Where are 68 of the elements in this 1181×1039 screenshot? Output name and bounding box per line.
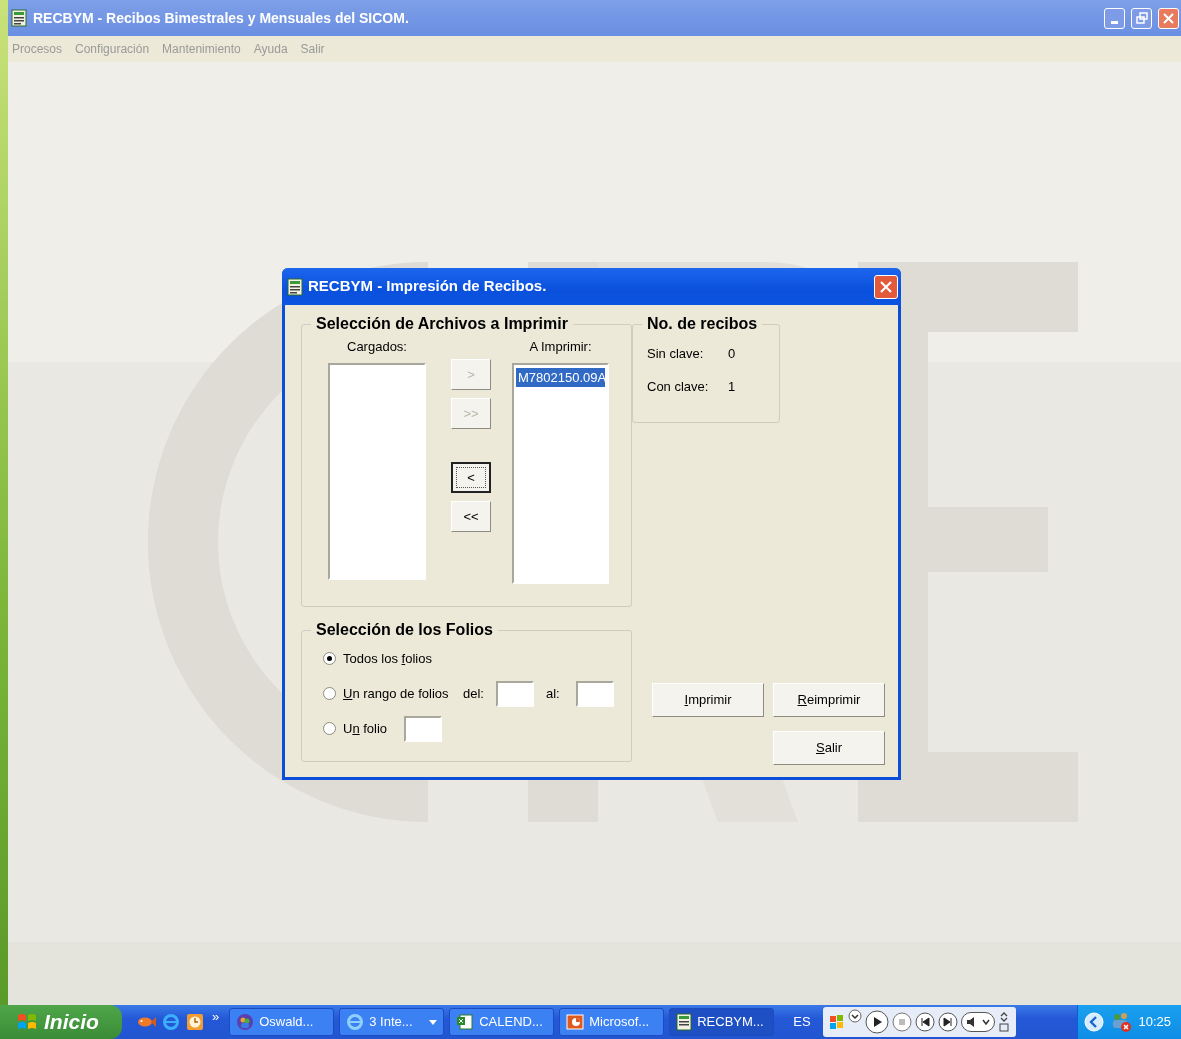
caret-icon[interactable]: [847, 1009, 862, 1023]
move-button[interactable]: <<: [451, 501, 491, 532]
previous-icon[interactable]: [914, 1012, 935, 1032]
dialog-button[interactable]: Reimprimir: [773, 683, 885, 717]
dialog-button[interactable]: Salir: [773, 731, 885, 765]
group-title: No. de recibos: [646, 315, 759, 333]
count-label: Con clave:: [647, 377, 710, 396]
list-label: A Imprimir:: [529, 338, 592, 356]
start-button[interactable]: Inicio: [0, 1005, 122, 1039]
radio-label: Un rango de folios: [343, 684, 450, 703]
move-button[interactable]: <: [451, 462, 491, 493]
radio-label: Todos los folios: [343, 649, 432, 668]
restore-icon[interactable]: [997, 1010, 1010, 1034]
restore-icon: [1135, 12, 1148, 24]
field-label: al:: [545, 684, 560, 703]
close-button[interactable]: [1158, 7, 1179, 29]
print-list[interactable]: M7802150.09A: [512, 362, 609, 584]
clock-icon[interactable]: [186, 1013, 204, 1031]
taskbar-button[interactable]: RECBYM...: [669, 1008, 775, 1036]
taskbar-button[interactable]: 3 Inte...: [339, 1008, 445, 1036]
taskbar-button[interactable]: Oswald...: [229, 1008, 335, 1036]
browser-icon[interactable]: [162, 1013, 180, 1031]
radio-button[interactable]: [323, 722, 336, 735]
close-icon: [880, 280, 892, 293]
loaded-list[interactable]: [328, 362, 426, 580]
close-button[interactable]: [874, 274, 898, 299]
count-value: 0: [728, 344, 736, 363]
input-field[interactable]: [495, 680, 534, 707]
list-label: Cargados:: [347, 338, 407, 356]
clock: 10:25: [1138, 1013, 1171, 1032]
group-title: Selección de Archivos a Imprimir: [315, 315, 569, 333]
app-icon: [676, 1013, 693, 1031]
window-title: RECBYM - Recibos Bimestrales y Mensuales del SICOM.: [33, 8, 410, 28]
stop-icon[interactable]: [891, 1012, 912, 1032]
network-icon[interactable]: [1110, 1011, 1133, 1033]
radio-button[interactable]: [323, 687, 336, 700]
app-icon: [287, 277, 303, 296]
count-value: 1: [728, 377, 736, 396]
presentation-icon: [566, 1013, 585, 1031]
taskbar-button[interactable]: Microsof...: [559, 1008, 665, 1036]
more-button[interactable]: »: [212, 1007, 220, 1027]
restore-button[interactable]: [1131, 7, 1152, 29]
volume-icon[interactable]: [960, 1012, 995, 1032]
app-icon: [11, 9, 27, 27]
people-icon: [236, 1013, 255, 1031]
dialog-button[interactable]: Imprimir: [652, 683, 764, 717]
next-icon[interactable]: [937, 1012, 958, 1032]
radio-button[interactable]: [323, 652, 336, 665]
list-item[interactable]: M7802150.09A: [516, 367, 605, 387]
play-icon[interactable]: [864, 1010, 889, 1034]
caret-icon: [429, 1019, 438, 1025]
group-title: Selección de los Folios: [315, 621, 494, 639]
count-label: Sin clave:: [647, 344, 705, 363]
dialog-title: RECBYM - Impresión de Recibos.: [308, 276, 548, 297]
input-field[interactable]: [404, 715, 442, 742]
field-label: del:: [463, 684, 484, 703]
close-icon: [1163, 12, 1174, 24]
input-field[interactable]: [575, 680, 614, 707]
language-indicator[interactable]: ES: [793, 1012, 811, 1032]
chevron-icon[interactable]: [1084, 1012, 1105, 1032]
minimize-icon: [1111, 20, 1118, 24]
taskbar-button[interactable]: CALEND...: [449, 1008, 555, 1036]
radio-label: Un folio: [343, 719, 389, 738]
windows-logo-icon: [828, 1014, 845, 1030]
browser-icon: [346, 1013, 365, 1031]
windows-logo-icon: [16, 1012, 38, 1032]
minimize-button[interactable]: [1104, 7, 1125, 29]
spreadsheet-icon: [456, 1013, 475, 1031]
